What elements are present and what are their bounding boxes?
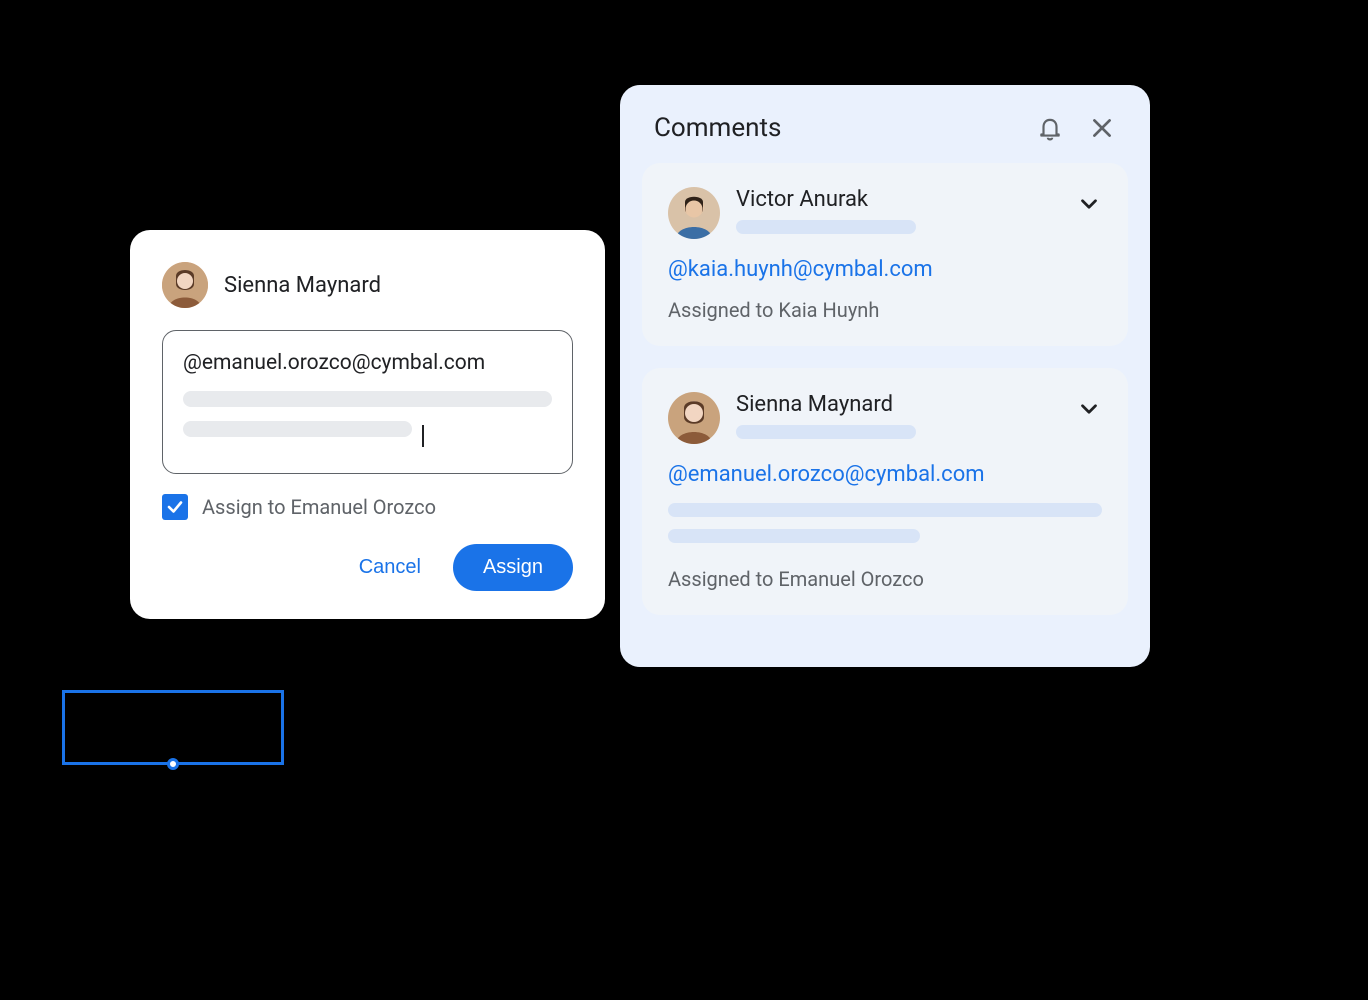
comments-panel-header: Comments [642,107,1128,163]
expand-comment-button[interactable] [1076,392,1102,425]
close-icon [1089,115,1115,141]
comment-card[interactable]: Sienna Maynard @emanuel.orozco@cymbal.co… [642,368,1128,615]
meta-placeholder [736,425,916,439]
assign-button[interactable]: Assign [453,544,573,591]
chevron-down-icon [1076,191,1102,217]
content-placeholder [668,529,920,543]
avatar [162,262,208,308]
avatar [668,187,720,239]
comment-card[interactable]: Victor Anurak @kaia.huynh@cymbal.com Ass… [642,163,1128,346]
comments-panel: Comments [620,85,1150,667]
author-name: Sienna Maynard [224,273,381,298]
panel-icons [1036,114,1116,142]
comment-input[interactable]: @emanuel.orozco@cymbal.com [162,330,573,474]
assigned-to-text: Assigned to Emanuel Orozco [668,567,1102,591]
mention-link[interactable]: @emanuel.orozco@cymbal.com [668,462,1102,487]
assign-checkbox[interactable] [162,494,188,520]
meta-placeholder [736,220,916,234]
close-button[interactable] [1088,114,1116,142]
mention-link[interactable]: @kaia.huynh@cymbal.com [668,257,1102,282]
mention-text: @emanuel.orozco@cymbal.com [183,351,552,375]
avatar [668,392,720,444]
comments-panel-title: Comments [654,113,781,143]
placeholder-line [183,391,552,407]
assign-to-row: Assign to Emanuel Orozco [162,494,573,520]
expand-comment-button[interactable] [1076,187,1102,220]
commenter-name: Victor Anurak [736,187,1060,212]
commenter-name: Sienna Maynard [736,392,1060,417]
chevron-down-icon [1076,396,1102,422]
selection-handle[interactable] [167,758,179,770]
selection-box [62,690,284,765]
actions-row: Cancel Assign [162,544,573,591]
comment-head-main: Sienna Maynard [736,392,1060,439]
notifications-button[interactable] [1036,114,1064,142]
content-placeholder [668,503,1102,517]
comment-head: Sienna Maynard [668,392,1102,444]
cancel-button[interactable]: Cancel [337,544,443,591]
assign-label: Assign to Emanuel Orozco [202,495,436,519]
assigned-to-text: Assigned to Kaia Huynh [668,298,1102,322]
text-cursor [422,425,424,447]
compose-comment-card: Sienna Maynard @emanuel.orozco@cymbal.co… [130,230,605,619]
comment-head: Victor Anurak [668,187,1102,239]
comment-head-main: Victor Anurak [736,187,1060,234]
bell-icon [1037,115,1063,141]
author-row: Sienna Maynard [162,262,573,308]
placeholder-line [183,421,412,437]
